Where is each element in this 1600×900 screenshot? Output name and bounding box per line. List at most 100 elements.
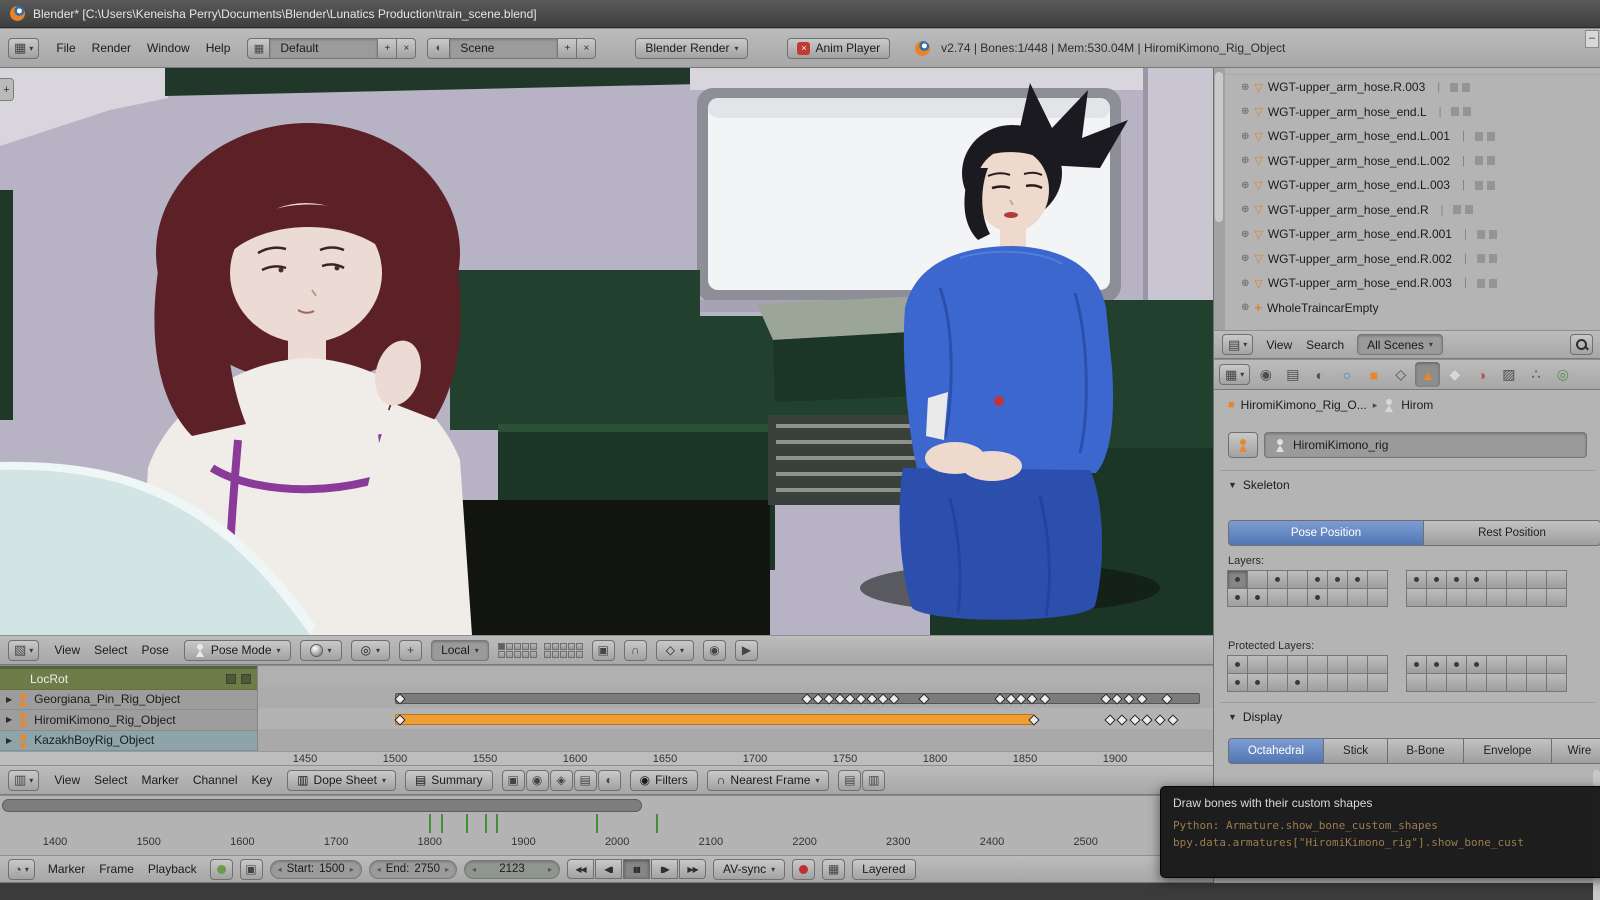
expand-arrow-icon[interactable]: ▶	[6, 715, 12, 724]
menu-file[interactable]: File	[50, 38, 81, 58]
lock-time-icon[interactable]: ▣	[240, 859, 263, 880]
auto-keyframe-record-icon[interactable]	[792, 859, 815, 880]
pivot-point-dropdown[interactable]: ◎▾	[351, 640, 391, 661]
layer-toggle[interactable]	[1287, 570, 1308, 589]
search-button[interactable]	[1570, 334, 1593, 355]
layer-toggle[interactable]	[1486, 570, 1507, 589]
next-keyframe-button[interactable]: ▮▶	[651, 859, 678, 879]
channel-KazakhBoyRig_Object[interactable]: ▶KazakhBoyRig_Object	[0, 731, 257, 752]
layer-toggle[interactable]	[1466, 570, 1487, 589]
protected-layer-toggle[interactable]	[1546, 673, 1567, 692]
expand-icon[interactable]: ⊕	[1241, 131, 1249, 142]
expand-icon[interactable]: ⊕	[1241, 302, 1249, 313]
av-sync-dropdown[interactable]: AV-sync ▾	[713, 859, 785, 880]
layer-toggle[interactable]	[1267, 588, 1288, 607]
scene-lock-icon[interactable]: ▣	[592, 640, 615, 661]
outliner-item[interactable]: ⊕▽WGT-upper_arm_hose_end.L.003|	[1225, 173, 1600, 198]
viewport-layer-toggle[interactable]	[576, 651, 583, 658]
viewport-editor-type-button[interactable]: ▧▾	[8, 640, 39, 661]
properties-tab-bone[interactable]: ◆	[1442, 362, 1467, 387]
protected-layer-toggle[interactable]	[1506, 673, 1527, 692]
screen-layout-field[interactable]: Default	[270, 38, 378, 59]
mode-dropdown[interactable]: Pose Mode ▾	[184, 640, 291, 661]
layer-toggle[interactable]	[1327, 588, 1348, 607]
dopesheet-menu-marker[interactable]: Marker	[135, 770, 184, 790]
protected-layer-toggle[interactable]	[1446, 673, 1467, 692]
outliner-editor-type-button[interactable]: ▤▾	[1222, 334, 1253, 355]
channel-Georgiana_Pin_Rig_Object[interactable]: ▶Georgiana_Pin_Rig_Object	[0, 690, 257, 711]
protected-layer-toggle[interactable]	[1367, 655, 1388, 674]
timeline-menu-frame[interactable]: Frame	[93, 859, 140, 879]
layer-toggle[interactable]	[1446, 570, 1467, 589]
layer-toggle[interactable]	[1526, 588, 1547, 607]
dopesheet-menu-select[interactable]: Select	[88, 770, 133, 790]
dopesheet-menu-key[interactable]: Key	[246, 770, 279, 790]
layer-toggle[interactable]	[1247, 570, 1268, 589]
region-expand-tab[interactable]: +	[0, 78, 14, 101]
viewport-shading-dropdown[interactable]: ▾	[300, 640, 342, 661]
viewport-layer-toggle[interactable]	[544, 651, 551, 658]
protected-layer-toggle[interactable]	[1347, 673, 1368, 692]
viewport-layer-toggle[interactable]	[506, 651, 513, 658]
layer-toggle[interactable]	[1546, 588, 1567, 607]
viewport-layer-toggle[interactable]	[576, 643, 583, 650]
protected-layer-toggle[interactable]	[1287, 673, 1308, 692]
outliner-menu-search[interactable]: Search	[1300, 335, 1350, 355]
paste-keyframes-icon[interactable]: ▥	[862, 770, 885, 791]
realtime-updates-icon[interactable]: ◐	[598, 770, 621, 791]
protected-layer-toggle[interactable]	[1426, 673, 1447, 692]
layered-record-button[interactable]: Layered	[852, 859, 915, 880]
breadcrumb-data[interactable]: Hirom	[1401, 398, 1433, 412]
expand-icon[interactable]: ⊕	[1241, 180, 1249, 191]
protected-layer-toggle[interactable]	[1466, 655, 1487, 674]
show-only-selected-icon[interactable]: ▣	[502, 770, 525, 791]
protected-layer-toggle[interactable]	[1247, 673, 1268, 692]
decrement-icon[interactable]: ◂	[278, 865, 282, 874]
properties-tab-object[interactable]: ■	[1361, 362, 1386, 387]
expand-icon[interactable]: ⊕	[1241, 82, 1249, 93]
protected-layer-toggle[interactable]	[1406, 673, 1427, 692]
protected-layer-toggle[interactable]	[1506, 655, 1527, 674]
layer-toggle[interactable]	[1267, 570, 1288, 589]
menu-window[interactable]: Window	[141, 38, 196, 58]
auto-snap-dropdown[interactable]: ∩ Nearest Frame ▾	[707, 770, 830, 791]
delete-layout-button[interactable]: ×	[397, 38, 416, 59]
render-engine-dropdown[interactable]: Blender Render ▾	[635, 38, 748, 59]
lock-toggle-icon[interactable]	[241, 674, 251, 684]
protected-layer-toggle[interactable]	[1486, 673, 1507, 692]
increment-icon[interactable]: ▸	[548, 865, 552, 874]
outliner-item[interactable]: ⊕▽WGT-upper_arm_hose_end.R.003|	[1225, 271, 1600, 296]
menu-help[interactable]: Help	[200, 38, 237, 58]
expand-arrow-icon[interactable]: ▶	[6, 695, 12, 704]
anim-player-button[interactable]: × Anim Player	[787, 38, 890, 59]
armature-name-field[interactable]: HiromiKimono_rig	[1264, 432, 1587, 458]
properties-tab-world[interactable]: ○	[1334, 362, 1359, 387]
expand-icon[interactable]: ⊕	[1241, 278, 1249, 289]
increment-icon[interactable]: ▸	[445, 865, 449, 874]
viewport-layer-toggle[interactable]	[506, 643, 513, 650]
properties-editor-type-button[interactable]: ▦▾	[1219, 364, 1250, 385]
transform-orientation-dropdown[interactable]: Local ▾	[431, 640, 489, 661]
dope-sheet-ruler[interactable]: 1450150015501600165017001750180018501900	[0, 751, 1213, 765]
viewport-layer-toggle[interactable]	[568, 651, 575, 658]
layer-toggle[interactable]	[1307, 588, 1328, 607]
layer-toggle[interactable]	[1506, 570, 1527, 589]
outliner-menu-view[interactable]: View	[1260, 335, 1298, 355]
timeline-ruler[interactable]: 1400150016001700180019002000210022002300…	[0, 796, 1213, 855]
timeline-editor[interactable]: 1400150016001700180019002000210022002300…	[0, 795, 1213, 855]
layer-toggle[interactable]	[1227, 588, 1248, 607]
dope-sheet-editor-type-button[interactable]: ▥▾	[8, 770, 39, 791]
layer-toggle[interactable]	[1406, 570, 1427, 589]
opengl-render-anim-icon[interactable]: ▶	[735, 640, 758, 661]
channel-LocRot[interactable]: LocRot	[0, 669, 257, 690]
layer-toggle[interactable]	[1227, 570, 1248, 589]
layer-toggle[interactable]	[1347, 588, 1368, 607]
layer-toggle[interactable]	[1466, 588, 1487, 607]
layer-group-1[interactable]	[498, 643, 537, 658]
layer-toggle[interactable]	[1287, 588, 1308, 607]
channel-HiromiKimono_Rig_Object[interactable]: ▶HiromiKimono_Rig_Object	[0, 710, 257, 731]
add-scene-button[interactable]: +	[558, 38, 577, 59]
end-frame-field[interactable]: ◂ End: 2750 ▸	[369, 860, 457, 879]
properties-tab-constraints[interactable]: ◇	[1388, 362, 1413, 387]
protected-layer-toggle[interactable]	[1227, 655, 1248, 674]
